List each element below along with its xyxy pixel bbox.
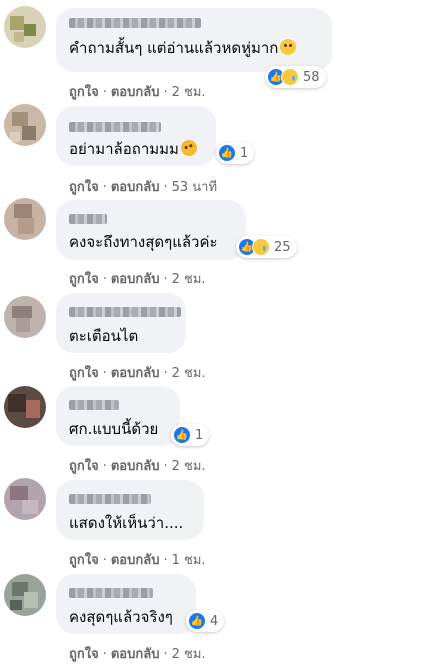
- reaction-count: 1: [195, 427, 204, 443]
- reaction-count: 1: [240, 145, 249, 161]
- reaction-count: 25: [274, 239, 291, 255]
- reply-link[interactable]: ตอบกลับ: [111, 272, 160, 287]
- separator: ·: [163, 272, 168, 287]
- comment-text-row: แสดงให้เห็นว่า....: [69, 513, 183, 533]
- reply-link[interactable]: ตอบกลับ: [111, 85, 160, 100]
- comment-text: คงจะถึงทางสุดๆแล้วค่ะ: [69, 233, 218, 251]
- comment-actions: ถูกใจ · ตอบกลับ · 2 ชม.: [69, 81, 206, 102]
- comment-text-row: ตะเตือนไต: [69, 326, 138, 346]
- blurred-author-name[interactable]: [69, 494, 151, 504]
- comment-actions: ถูกใจ · ตอบกลับ · 53 นาที: [69, 176, 217, 197]
- avatar[interactable]: [4, 296, 46, 338]
- avatar[interactable]: [4, 6, 46, 48]
- reply-link[interactable]: ตอบกลับ: [111, 553, 160, 568]
- comment-text-row: ศก.แบบนี้ด้วย: [69, 419, 158, 439]
- like-link[interactable]: ถูกใจ: [69, 553, 99, 568]
- reaction-summary[interactable]: 👍 25: [236, 236, 297, 258]
- like-link[interactable]: ถูกใจ: [69, 459, 99, 474]
- blurred-author-name[interactable]: [69, 18, 201, 28]
- reply-link[interactable]: ตอบกลับ: [111, 366, 160, 381]
- comment-text-row: คงสุดๆแล้วจริงๆ: [69, 607, 173, 627]
- separator: ·: [102, 180, 107, 195]
- blurred-author-name[interactable]: [69, 400, 119, 410]
- separator: ·: [163, 553, 168, 568]
- comment-bubble: ศก.แบบนี้ด้วย: [56, 386, 180, 446]
- blurred-author-name[interactable]: [69, 307, 181, 317]
- like-icon: 👍: [173, 426, 191, 444]
- blurred-author-name[interactable]: [69, 214, 107, 224]
- separator: ·: [163, 366, 168, 381]
- comment-text: ศก.แบบนี้ด้วย: [69, 420, 159, 438]
- timestamp[interactable]: 1 ชม.: [172, 553, 206, 568]
- avatar[interactable]: [4, 104, 46, 146]
- comment-bubble: อย่ามาล้อถามมม: [56, 106, 216, 166]
- comment-actions: ถูกใจ · ตอบกลับ · 2 ชม.: [69, 455, 206, 476]
- comment-text-row: อย่ามาล้อถามมม: [69, 137, 200, 159]
- timestamp[interactable]: 2 ชม.: [172, 459, 206, 474]
- laughing-face-emoji: [178, 137, 200, 159]
- comment-text: ตะเตือนไต: [69, 327, 139, 345]
- comment-bubble: ตะเตือนไต: [56, 293, 186, 353]
- comment-actions: ถูกใจ · ตอบกลับ · 2 ชม.: [69, 643, 206, 664]
- avatar[interactable]: [4, 198, 46, 240]
- comment-text: คงสุดๆแล้วจริงๆ: [69, 608, 173, 626]
- separator: ·: [102, 272, 107, 287]
- timestamp[interactable]: 2 ชม.: [172, 366, 206, 381]
- comment-actions: ถูกใจ · ตอบกลับ · 2 ชม.: [69, 362, 206, 383]
- reply-link[interactable]: ตอบกลับ: [111, 180, 160, 195]
- reaction-count: 4: [210, 613, 219, 629]
- comment-bubble: แสดงให้เห็นว่า....: [56, 480, 204, 540]
- reaction-count: 58: [303, 69, 320, 85]
- sad-icon: [252, 238, 270, 256]
- separator: ·: [102, 553, 107, 568]
- comment-actions: ถูกใจ · ตอบกลับ · 2 ชม.: [69, 268, 206, 289]
- timestamp[interactable]: 2 ชม.: [172, 85, 206, 100]
- like-link[interactable]: ถูกใจ: [69, 85, 99, 100]
- avatar[interactable]: [4, 478, 46, 520]
- blurred-author-name[interactable]: [69, 122, 161, 132]
- reaction-summary[interactable]: 👍 1: [171, 424, 210, 446]
- sad-face-emoji: [280, 39, 297, 55]
- comment-bubble: คำถามสั้นๆ แต่อ่านแล้วหดหู่มาก: [56, 8, 332, 72]
- comment-actions: ถูกใจ · ตอบกลับ · 1 ชม.: [69, 549, 206, 570]
- comment-text: อย่ามาล้อถามมม: [69, 140, 179, 158]
- blurred-author-name[interactable]: [69, 588, 153, 598]
- avatar[interactable]: [4, 574, 46, 616]
- comment-text: แสดงให้เห็นว่า....: [69, 514, 184, 532]
- comment-text-row: คงจะถึงทางสุดๆแล้วค่ะ: [69, 232, 218, 252]
- like-icon: 👍: [218, 144, 236, 162]
- separator: ·: [102, 85, 107, 100]
- separator: ·: [163, 85, 168, 100]
- timestamp[interactable]: 53 นาที: [172, 180, 217, 195]
- comment-bubble: คงสุดๆแล้วจริงๆ: [56, 574, 196, 634]
- like-link[interactable]: ถูกใจ: [69, 272, 99, 287]
- comment-text-row: คำถามสั้นๆ แต่อ่านแล้วหดหู่มาก: [69, 38, 297, 58]
- reaction-summary[interactable]: 👍 1: [216, 142, 255, 164]
- like-link[interactable]: ถูกใจ: [69, 180, 99, 195]
- separator: ·: [163, 459, 168, 474]
- comment-bubble: คงจะถึงทางสุดๆแล้วค่ะ: [56, 200, 246, 260]
- sad-icon: [281, 68, 299, 86]
- separator: ·: [102, 366, 107, 381]
- reply-link[interactable]: ตอบกลับ: [111, 459, 160, 474]
- reaction-summary[interactable]: 👍 4: [186, 610, 225, 632]
- timestamp[interactable]: 2 ชม.: [172, 272, 206, 287]
- reaction-summary[interactable]: 👍 58: [265, 66, 326, 88]
- like-icon: 👍: [188, 612, 206, 630]
- separator: ·: [163, 180, 168, 195]
- avatar[interactable]: [4, 386, 46, 428]
- separator: ·: [102, 459, 107, 474]
- comment-text: คำถามสั้นๆ แต่อ่านแล้วหดหู่มาก: [69, 39, 279, 57]
- like-link[interactable]: ถูกใจ: [69, 366, 99, 381]
